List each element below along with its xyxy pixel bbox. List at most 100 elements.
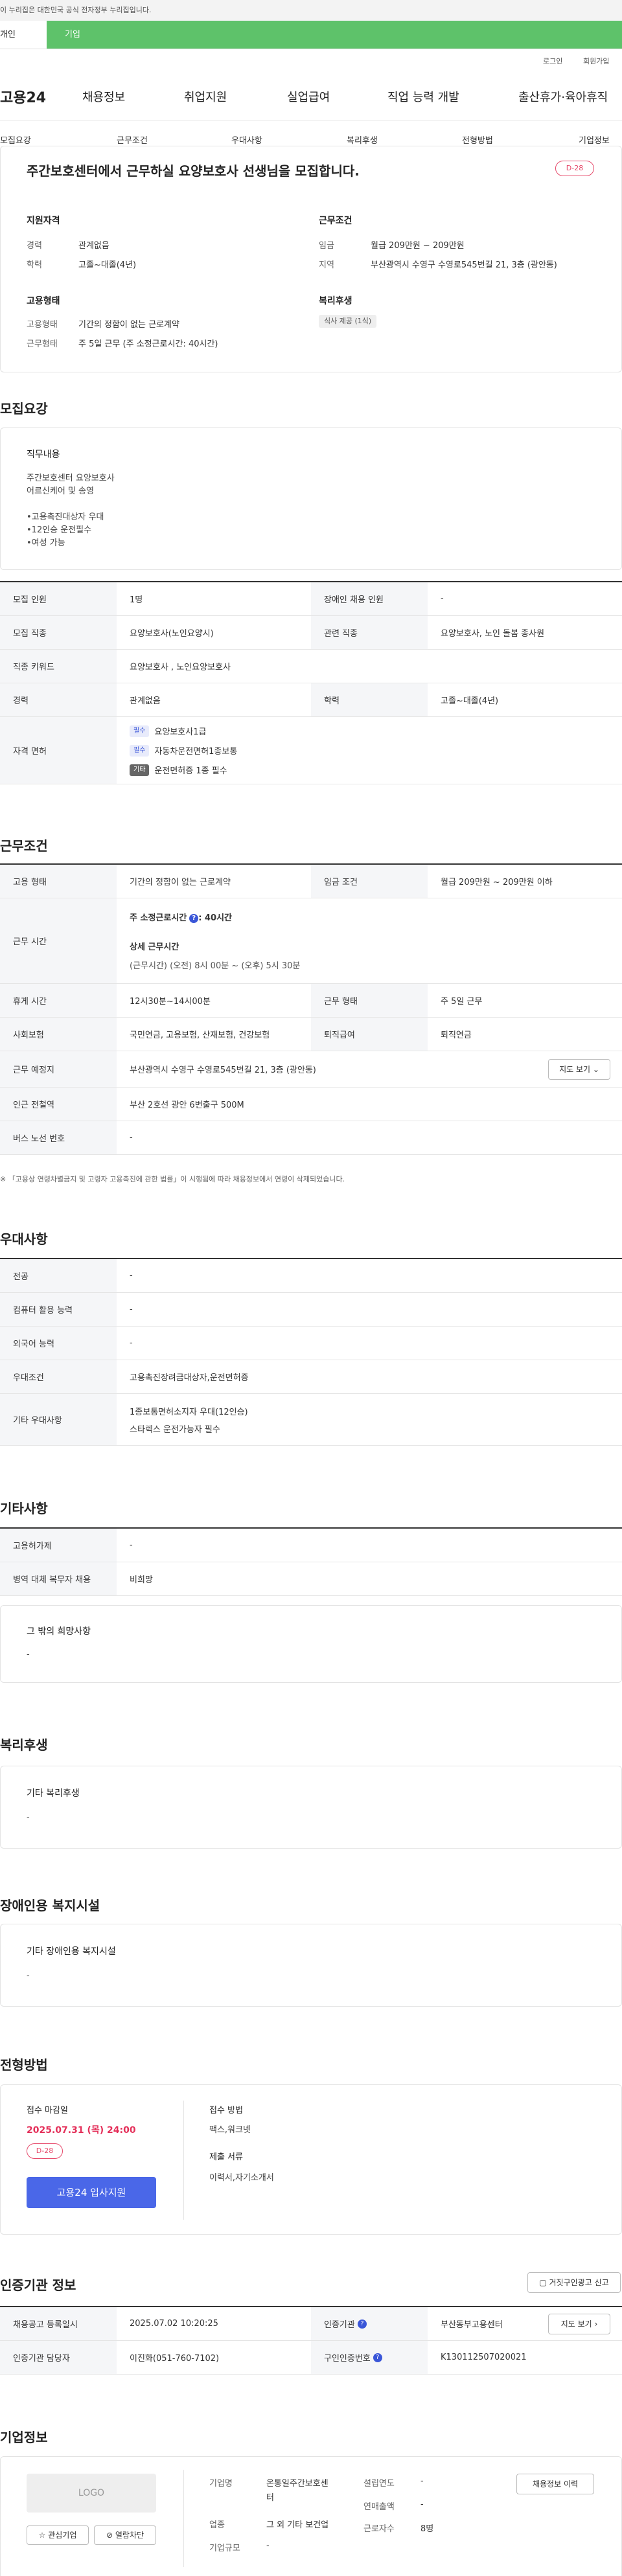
row-label: 휴게 시간 (0, 984, 117, 1017)
row-label: 임금 조건 (311, 865, 428, 898)
row-label: 구인인증번호? (311, 2341, 428, 2374)
apply-button[interactable]: 고용24 입사지원 (27, 2177, 156, 2208)
job-desc-title: 직무내용 (27, 450, 60, 460)
row-label: 버스 노선 번호 (0, 1121, 117, 1154)
industry-label: 업종 (209, 2520, 225, 2530)
tab-company[interactable]: 기업정보 (579, 133, 610, 146)
table-row: 컴퓨터 활용 능력 - (0, 1293, 622, 1327)
wish-box: 그 밖의 희망사항 - (0, 1605, 622, 1683)
row-value: 고졸~대졸(4년) (441, 696, 499, 706)
row-label: 고용 형태 (0, 865, 117, 898)
map-button[interactable]: 지도 보기 ⌄ (548, 1059, 610, 1080)
company-name-value: 온통일주간보호센 (266, 2479, 328, 2489)
agency-heading: 인증기관 정보 (0, 2277, 76, 2293)
map-button-label: 지도 보기 (559, 1065, 591, 1074)
table-row: 버스 노선 번호 - (0, 1121, 622, 1155)
company-heading: 기업정보 (0, 2430, 48, 2445)
row-value: 1명 (130, 595, 143, 605)
help-icon[interactable]: ? (373, 2353, 382, 2362)
job-desc-line: •12인승 운전필수 (27, 525, 92, 535)
row-value: 이진화(051-760-7102) (130, 2354, 220, 2364)
row-value: - (130, 1540, 133, 1550)
row-value: 2025.07.02 10:20:25 (130, 2319, 218, 2329)
gnb-menu-jobs[interactable]: 채용정보 (82, 88, 125, 105)
folder-icon: ▢ (539, 2278, 547, 2287)
help-icon[interactable]: ? (189, 913, 199, 923)
row-value-multi: 1종보통면허소지자 우대(12인승) 스타렉스 운전가능자 필수 (117, 1394, 248, 1445)
star-icon: ☆ (38, 2531, 46, 2540)
size-label: 기업규모 (209, 2544, 240, 2553)
row-label: 학력 (311, 683, 428, 716)
site-logo[interactable]: 고용24 (0, 86, 46, 107)
chevron-down-icon: ⌄ (592, 1065, 599, 1074)
row-label: 인근 전철역 (0, 1088, 117, 1121)
gnb-menu-training[interactable]: 직업 능력 개발 (387, 88, 459, 105)
tab-process[interactable]: 전형방법 (462, 133, 493, 146)
tab-welfare[interactable]: 복리후생 (347, 133, 378, 146)
tab-company[interactable]: 기업 (47, 21, 622, 49)
license-tag: 필수 (130, 725, 150, 737)
gnb-menu-employment-support[interactable]: 취업지원 (184, 88, 227, 105)
row-label: 퇴직급여 (311, 1018, 428, 1051)
license-item: 필수 요양보호사1급 (130, 724, 206, 739)
job-desc-box: 직무내용 주간보호센터 요양보호사 어르신케어 및 송영 •고용촉진대상자 우대… (0, 427, 622, 570)
fav-label: 관심기업 (48, 2531, 77, 2540)
summary-card: 주간보호센터에서 근무하실 요양보호사 선생님을 모집합니다. D-28 지원자… (0, 146, 622, 372)
row-label: 자격 면허 (0, 717, 117, 784)
job-desc-line: •고용촉진대상자 우대 (27, 512, 104, 522)
work-table: 고용 형태 기간의 정함이 없는 근로계약 임금 조건 월급 209만원 ~ 2… (0, 863, 622, 1155)
login-link[interactable]: 로그인 (543, 56, 562, 66)
table-row: 기타 우대사항 1종보통면허소지자 우대(12인승) 스타렉스 운전가능자 필수 (0, 1394, 622, 1446)
tab-work[interactable]: 근무조건 (117, 133, 148, 146)
year-value: - (420, 2476, 424, 2486)
company-name-value-cont: 터 (266, 2493, 274, 2503)
table-row: 인증기관 담당자 이진화(051-760-7102) 구인인증번호? K1301… (0, 2341, 622, 2375)
row-label: 기타 우대사항 (0, 1394, 117, 1445)
agency-map-button[interactable]: 지도 보기 › (548, 2314, 610, 2334)
fav-company-button[interactable]: ☆ 관심기업 (27, 2525, 89, 2545)
table-row: 전공 - (0, 1259, 622, 1293)
row-label: 채용공고 등록일시 (0, 2307, 117, 2340)
row-value: 퇴직연금 (441, 1031, 472, 1040)
pref-heading: 우대사항 (0, 1231, 48, 1247)
help-icon[interactable]: ? (357, 2319, 367, 2329)
row-value: 기간의 정함이 없는 근로계약 (130, 878, 231, 887)
tab-personal[interactable]: 개인 (0, 21, 47, 49)
dday-badge: D-28 (27, 2143, 63, 2159)
table-row: 자격 면허 필수 요양보호사1급 필수 자동차운전면허1종보통 기타 운전면허증 1종… (0, 717, 622, 784)
license-tag: 필수 (130, 744, 150, 757)
row-label: 근무 형태 (311, 984, 428, 1017)
wage-label: 임금 (319, 241, 334, 251)
gnb-menu-leave[interactable]: 출산휴가·육아휴직 (518, 88, 608, 105)
row-label: 사회보험 (0, 1018, 117, 1051)
row-value: 12시30분~14시00분 (130, 997, 211, 1007)
history-button[interactable]: 채용정보 이력 (516, 2474, 594, 2494)
block-label: 열람차단 (115, 2531, 144, 2540)
report-button[interactable]: ▢ 거짓구인광고 신고 (527, 2272, 621, 2293)
block-button[interactable]: ⊘ 열람차단 (94, 2525, 156, 2545)
table-row: 고용 형태 기간의 정함이 없는 근로계약 임금 조건 월급 209만원 ~ 2… (0, 865, 622, 898)
table-row: 사회보험 국민연금, 고용보험, 산재보험, 건강보험 퇴직급여 퇴직연금 (0, 1018, 622, 1051)
work-time-detail-title: 상세 근무시간 (130, 942, 179, 952)
table-row: 인근 전철역 부산 2호선 광안 6번출구 500M (0, 1088, 622, 1121)
tab-pref[interactable]: 우대사항 (231, 133, 262, 146)
gnb-menu-unemployment[interactable]: 실업급여 (287, 88, 330, 105)
row-label: 근무 시간 (0, 898, 117, 983)
row-label: 관련 직종 (311, 616, 428, 649)
facility-heading: 장애인용 복지시설 (0, 1898, 100, 1913)
row-value: - (130, 1305, 133, 1314)
welfare-tag: 식사 제공 (1식) (319, 315, 377, 328)
gov-notice-text: 이 누리집은 대한민국 공식 전자정부 누리집입니다. (0, 6, 152, 14)
process-box: 접수 마감일 2025.07.31 (목) 24:00 D-28 고용24 입사… (0, 2084, 622, 2235)
recruit-table: 모집 인원 1명 장애인 채용 인원 - 모집 직종 요양보호사(노인요양시) … (0, 581, 622, 784)
block-icon: ⊘ (106, 2531, 113, 2540)
job-desc-line: •여성 가능 (27, 538, 65, 548)
method-label: 접수 방법 (209, 2106, 243, 2115)
signup-link[interactable]: 회원가입 (583, 56, 609, 66)
emp-form-label: 근무형태 (27, 339, 58, 349)
row-label: 고용허가제 (0, 1529, 117, 1562)
chevron-right-icon: › (594, 2320, 598, 2329)
row-label: 인증기관 담당자 (0, 2341, 117, 2374)
company-logo: LOGO (27, 2474, 156, 2513)
tab-recruit[interactable]: 모집요강 (0, 133, 31, 146)
